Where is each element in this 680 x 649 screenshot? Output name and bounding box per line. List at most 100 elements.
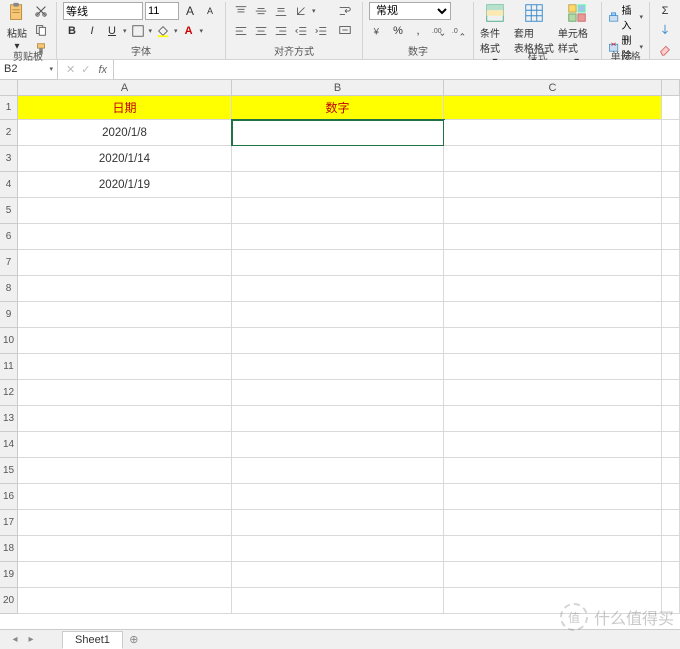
number-format-select[interactable]: 常规 [369,2,451,20]
row-header[interactable]: 12 [0,380,18,406]
cell[interactable] [444,380,662,406]
cell[interactable] [662,562,680,588]
cell[interactable] [18,536,232,562]
cell[interactable] [232,172,444,198]
cell[interactable] [232,484,444,510]
cell[interactable] [662,172,680,198]
cell[interactable] [662,432,680,458]
cell[interactable]: 2020/1/8 [18,120,232,146]
tab-prev-button[interactable]: ◂ [8,633,22,647]
cell[interactable] [444,276,662,302]
row-header[interactable]: 3 [0,146,18,172]
cell[interactable] [18,224,232,250]
increase-decimal-button[interactable]: .00 [429,22,447,40]
paste-button[interactable]: 粘贴 ▾ [6,2,28,52]
cell[interactable] [444,562,662,588]
merge-button[interactable] [334,21,356,39]
accounting-button[interactable]: ¥ [369,22,387,40]
cell[interactable] [18,380,232,406]
tab-next-button[interactable]: ▸ [24,633,38,647]
col-header-b[interactable]: B [232,80,444,96]
cell[interactable] [232,536,444,562]
comma-button[interactable]: , [409,22,427,40]
align-bottom-button[interactable] [272,2,290,20]
fill-color-button[interactable] [154,22,172,40]
cell[interactable] [18,562,232,588]
cell[interactable] [444,406,662,432]
cell[interactable] [18,484,232,510]
cell[interactable] [232,406,444,432]
cell[interactable] [662,96,680,120]
row-header[interactable]: 6 [0,224,18,250]
cell[interactable] [662,484,680,510]
cell[interactable]: 日期 [18,96,232,120]
row-header[interactable]: 16 [0,484,18,510]
cell[interactable]: 2020/1/19 [18,172,232,198]
underline-button[interactable]: U [103,22,121,40]
row-header[interactable]: 9 [0,302,18,328]
cancel-formula-button[interactable]: ✕ [66,63,75,76]
row-header[interactable]: 10 [0,328,18,354]
cell[interactable] [232,354,444,380]
cell[interactable] [444,198,662,224]
cell[interactable] [232,328,444,354]
row-header[interactable]: 15 [0,458,18,484]
cut-button[interactable] [32,2,50,20]
cell[interactable] [444,224,662,250]
cell[interactable] [18,354,232,380]
increase-indent-button[interactable] [312,22,330,40]
cell[interactable] [662,536,680,562]
copy-button[interactable] [32,21,50,39]
cell[interactable] [18,198,232,224]
cell[interactable] [662,510,680,536]
cell[interactable] [232,198,444,224]
cell[interactable] [444,328,662,354]
cell[interactable] [444,146,662,172]
orientation-button[interactable] [292,2,310,20]
fill-button[interactable] [656,21,674,39]
font-size-select[interactable] [145,2,179,20]
align-middle-button[interactable] [252,2,270,20]
cell[interactable] [18,250,232,276]
cell[interactable] [18,406,232,432]
cell[interactable] [18,276,232,302]
add-sheet-button[interactable]: ⊕ [125,632,143,648]
row-header[interactable]: 20 [0,588,18,614]
increase-font-button[interactable]: A [181,2,199,20]
bold-button[interactable]: B [63,22,81,40]
cell[interactable] [662,458,680,484]
cell[interactable] [662,198,680,224]
cell[interactable] [18,302,232,328]
cell[interactable] [18,510,232,536]
cell[interactable] [232,432,444,458]
cell[interactable] [444,536,662,562]
row-header[interactable]: 11 [0,354,18,380]
cell[interactable] [662,120,680,146]
cell[interactable] [662,224,680,250]
row-header[interactable]: 14 [0,432,18,458]
col-header-c[interactable]: C [444,80,662,96]
row-header[interactable]: 13 [0,406,18,432]
autosum-button[interactable]: Σ [656,2,674,20]
cell[interactable]: 2020/1/14 [18,146,232,172]
row-header[interactable]: 19 [0,562,18,588]
cell[interactable] [232,588,444,614]
select-all-corner[interactable] [0,80,18,96]
cell[interactable] [444,354,662,380]
col-header-d[interactable] [662,80,680,96]
align-left-button[interactable] [232,22,250,40]
cell[interactable] [232,276,444,302]
row-header[interactable]: 18 [0,536,18,562]
cell[interactable] [232,458,444,484]
cell[interactable] [662,354,680,380]
cell[interactable] [662,276,680,302]
row-header[interactable]: 7 [0,250,18,276]
cell[interactable] [444,510,662,536]
cell[interactable] [444,458,662,484]
row-header[interactable]: 17 [0,510,18,536]
cell[interactable] [662,328,680,354]
cell[interactable] [232,302,444,328]
cell[interactable] [444,96,662,120]
cell[interactable] [444,172,662,198]
insert-button[interactable]: 插入▾ [608,2,643,32]
